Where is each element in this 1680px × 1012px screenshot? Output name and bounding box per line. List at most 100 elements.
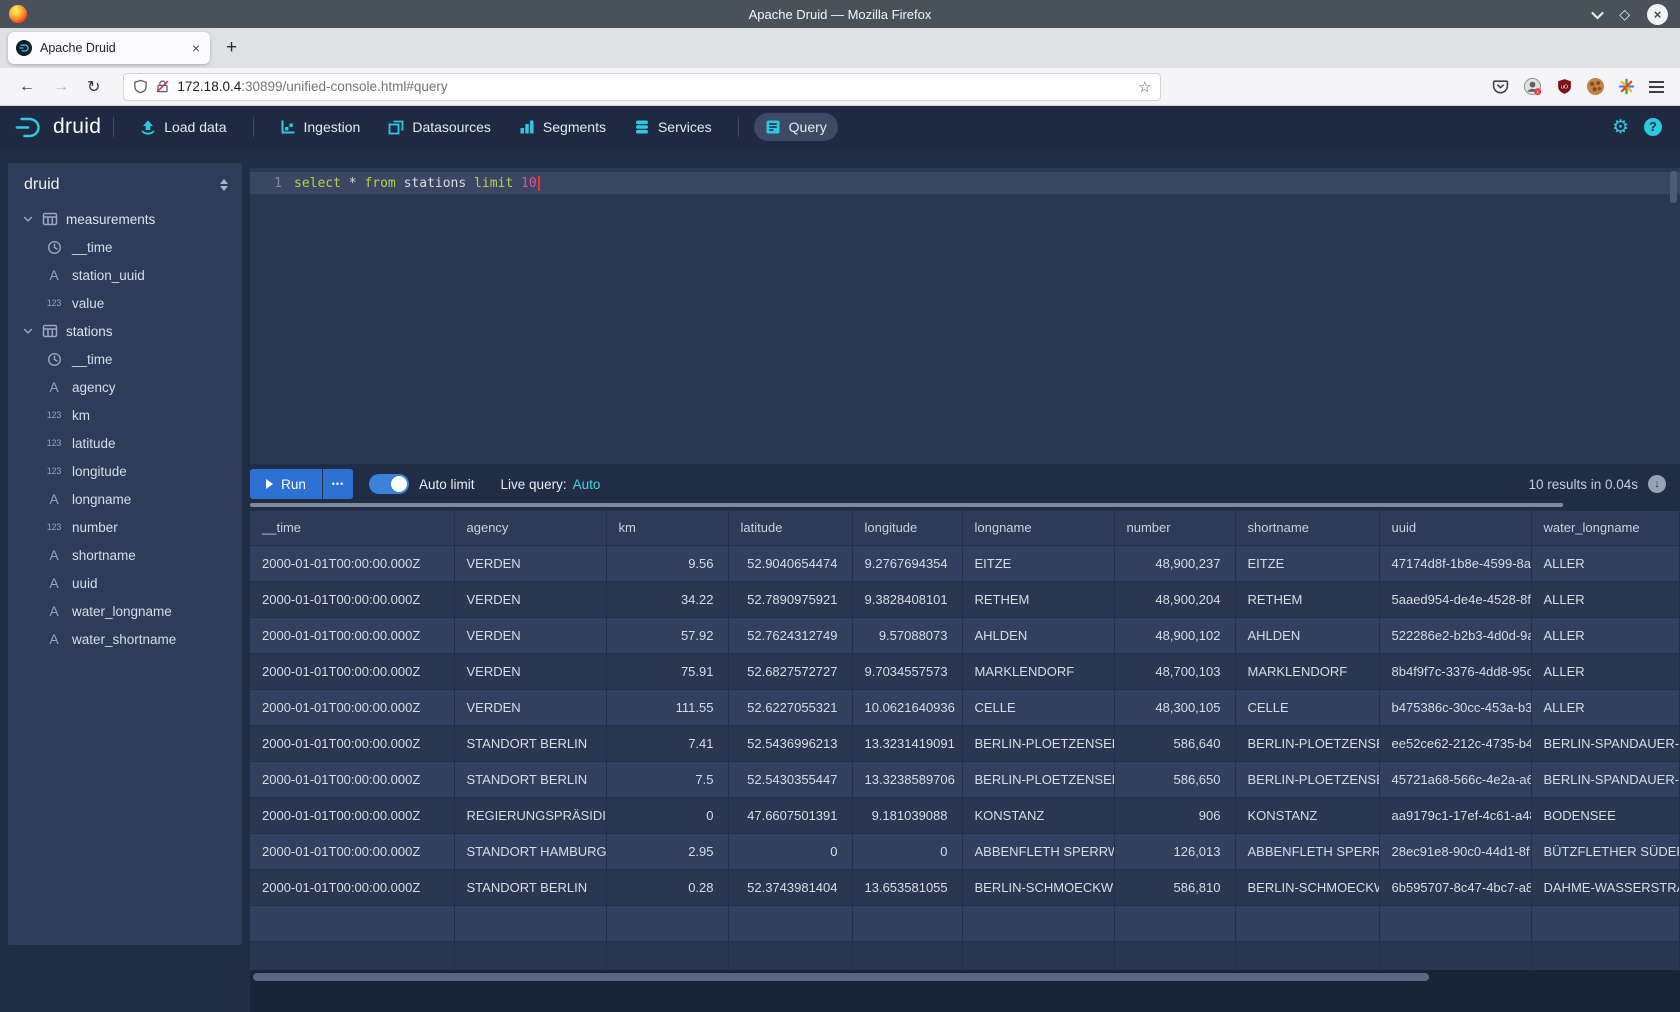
- tracking-shield-icon[interactable]: [133, 79, 148, 94]
- table-cell[interactable]: 13.3238589706: [852, 761, 962, 797]
- table-cell[interactable]: AHLDEN: [1235, 617, 1379, 653]
- druid-brand[interactable]: druid: [14, 115, 101, 140]
- table-cell[interactable]: ALLER: [1531, 617, 1680, 653]
- window-maximize-icon[interactable]: ◇: [1619, 7, 1630, 21]
- table-cell[interactable]: BERLIN-PLOETZENSEE U: [962, 761, 1114, 797]
- nav-ingestion[interactable]: Ingestion: [269, 113, 372, 141]
- column-header-agency[interactable]: agency: [454, 511, 606, 545]
- tree-column-shortname[interactable]: Ashortname: [8, 541, 242, 569]
- table-cell[interactable]: 47.6607501391: [728, 797, 852, 833]
- table-cell[interactable]: 52.7624312749: [728, 617, 852, 653]
- table-cell[interactable]: 2000-01-01T00:00:00.000Z: [250, 797, 454, 833]
- column-header-latitude[interactable]: latitude: [728, 511, 852, 545]
- column-header-number[interactable]: number: [1114, 511, 1235, 545]
- table-cell[interactable]: 9.56: [606, 545, 728, 581]
- table-cell[interactable]: VERDEN: [454, 617, 606, 653]
- table-cell[interactable]: CELLE: [962, 689, 1114, 725]
- table-cell[interactable]: STANDORT BERLIN: [454, 761, 606, 797]
- run-more-button[interactable]: •••: [323, 469, 353, 499]
- table-cell[interactable]: EITZE: [1235, 545, 1379, 581]
- nav-services[interactable]: Services: [623, 113, 723, 141]
- tree-column-uuid[interactable]: Auuid: [8, 569, 242, 597]
- ublock-origin-icon[interactable]: uO: [1556, 78, 1573, 95]
- table-cell[interactable]: KONSTANZ: [1235, 797, 1379, 833]
- table-cell[interactable]: VERDEN: [454, 689, 606, 725]
- reload-button[interactable]: ↻: [78, 77, 109, 97]
- table-cell[interactable]: ABBENFLETH SPERRWEI: [962, 833, 1114, 869]
- table-cell[interactable]: 9.57088073: [852, 617, 962, 653]
- table-cell[interactable]: 9.3828408101: [852, 581, 962, 617]
- table-cell[interactable]: BERLIN-SCHMOECKWITZ: [1235, 869, 1379, 905]
- table-cell[interactable]: 13.3231419091: [852, 725, 962, 761]
- back-button[interactable]: ←: [10, 78, 44, 96]
- tree-column--time[interactable]: __time: [8, 233, 242, 261]
- horizontal-scrollbar[interactable]: [250, 970, 1680, 1012]
- table-cell[interactable]: 48,900,102: [1114, 617, 1235, 653]
- tab-close-icon[interactable]: ×: [190, 40, 202, 56]
- table-cell[interactable]: 2000-01-01T00:00:00.000Z: [250, 617, 454, 653]
- table-cell[interactable]: 9.7034557573: [852, 653, 962, 689]
- table-cell[interactable]: 126,013: [1114, 833, 1235, 869]
- table-cell[interactable]: aa9179c1-17ef-4c61-a48: [1379, 797, 1531, 833]
- table-cell[interactable]: 522286e2-b2b3-4d0d-9a: [1379, 617, 1531, 653]
- table-cell[interactable]: STANDORT BERLIN: [454, 869, 606, 905]
- editor-line[interactable]: 1 select * from stations limit 10: [250, 172, 1680, 194]
- table-cell[interactable]: ALLER: [1531, 545, 1680, 581]
- table-cell[interactable]: 52.9040654474: [728, 545, 852, 581]
- table-cell[interactable]: ee52ce62-212c-4735-b4: [1379, 725, 1531, 761]
- table-cell[interactable]: 52.3743981404: [728, 869, 852, 905]
- tree-column-km[interactable]: 123km: [8, 401, 242, 429]
- table-cell[interactable]: RETHEM: [1235, 581, 1379, 617]
- url-bar[interactable]: 172.18.0.4:30899/unified-console.html#qu…: [123, 73, 1161, 101]
- sort-icon[interactable]: [220, 179, 228, 191]
- table-cell[interactable]: BERLIN-PLOETZENSEE C: [962, 725, 1114, 761]
- bookmark-star-icon[interactable]: ☆: [1138, 78, 1151, 96]
- table-cell[interactable]: STANDORT HAMBURG: [454, 833, 606, 869]
- table-cell[interactable]: BERLIN-SPANDAUER-S: [1531, 761, 1680, 797]
- table-cell[interactable]: 7.41: [606, 725, 728, 761]
- hamburger-menu-icon[interactable]: [1649, 81, 1664, 93]
- nav-load-data[interactable]: Load data: [129, 113, 237, 141]
- tree-column-longitude[interactable]: 123longitude: [8, 457, 242, 485]
- table-cell[interactable]: 0.28: [606, 869, 728, 905]
- table-cell[interactable]: 0: [728, 833, 852, 869]
- table-cell[interactable]: 47174d8f-1b8e-4599-8a: [1379, 545, 1531, 581]
- table-cell[interactable]: 6b595707-8c47-4bc7-a8: [1379, 869, 1531, 905]
- table-cell[interactable]: 7.5: [606, 761, 728, 797]
- table-cell[interactable]: REGIERUNGSPRÄSIDIUM: [454, 797, 606, 833]
- url-text[interactable]: 172.18.0.4:30899/unified-console.html#qu…: [177, 79, 1131, 94]
- column-header-longitude[interactable]: longitude: [852, 511, 962, 545]
- table-cell[interactable]: 2000-01-01T00:00:00.000Z: [250, 761, 454, 797]
- table-cell[interactable]: CELLE: [1235, 689, 1379, 725]
- table-cell[interactable]: 2000-01-01T00:00:00.000Z: [250, 833, 454, 869]
- column-header-km[interactable]: km: [606, 511, 728, 545]
- table-cell[interactable]: 34.22: [606, 581, 728, 617]
- table-cell[interactable]: 48,700,103: [1114, 653, 1235, 689]
- table-cell[interactable]: BODENSEE: [1531, 797, 1680, 833]
- table-cell[interactable]: 52.5430355447: [728, 761, 852, 797]
- table-cell[interactable]: 52.5436996213: [728, 725, 852, 761]
- table-cell[interactable]: 2000-01-01T00:00:00.000Z: [250, 545, 454, 581]
- table-cell[interactable]: MARKLENDORF: [1235, 653, 1379, 689]
- table-cell[interactable]: 48,300,105: [1114, 689, 1235, 725]
- query-editor[interactable]: 1 select * from stations limit 10: [250, 168, 1680, 464]
- tree-column-water-shortname[interactable]: Awater_shortname: [8, 625, 242, 653]
- forward-button[interactable]: →: [44, 78, 78, 96]
- new-tab-button[interactable]: +: [226, 37, 237, 59]
- pocket-icon[interactable]: [1492, 78, 1509, 95]
- table-cell[interactable]: ALLER: [1531, 581, 1680, 617]
- column-header-longname[interactable]: longname: [962, 511, 1114, 545]
- table-cell[interactable]: 2000-01-01T00:00:00.000Z: [250, 725, 454, 761]
- cookie-extension-icon[interactable]: [1587, 78, 1604, 95]
- tree-column-agency[interactable]: Aagency: [8, 373, 242, 401]
- column-header-shortname[interactable]: shortname: [1235, 511, 1379, 545]
- nav-segments[interactable]: Segments: [508, 113, 617, 141]
- table-cell[interactable]: 2000-01-01T00:00:00.000Z: [250, 869, 454, 905]
- table-cell[interactable]: KONSTANZ: [962, 797, 1114, 833]
- live-query-value[interactable]: Auto: [573, 477, 601, 492]
- tree-column-latitude[interactable]: 123latitude: [8, 429, 242, 457]
- table-cell[interactable]: 586,650: [1114, 761, 1235, 797]
- table-cell[interactable]: 10.0621640936: [852, 689, 962, 725]
- pinwheel-extension-icon[interactable]: [1618, 78, 1635, 95]
- tree-table-stations[interactable]: stations: [8, 317, 242, 345]
